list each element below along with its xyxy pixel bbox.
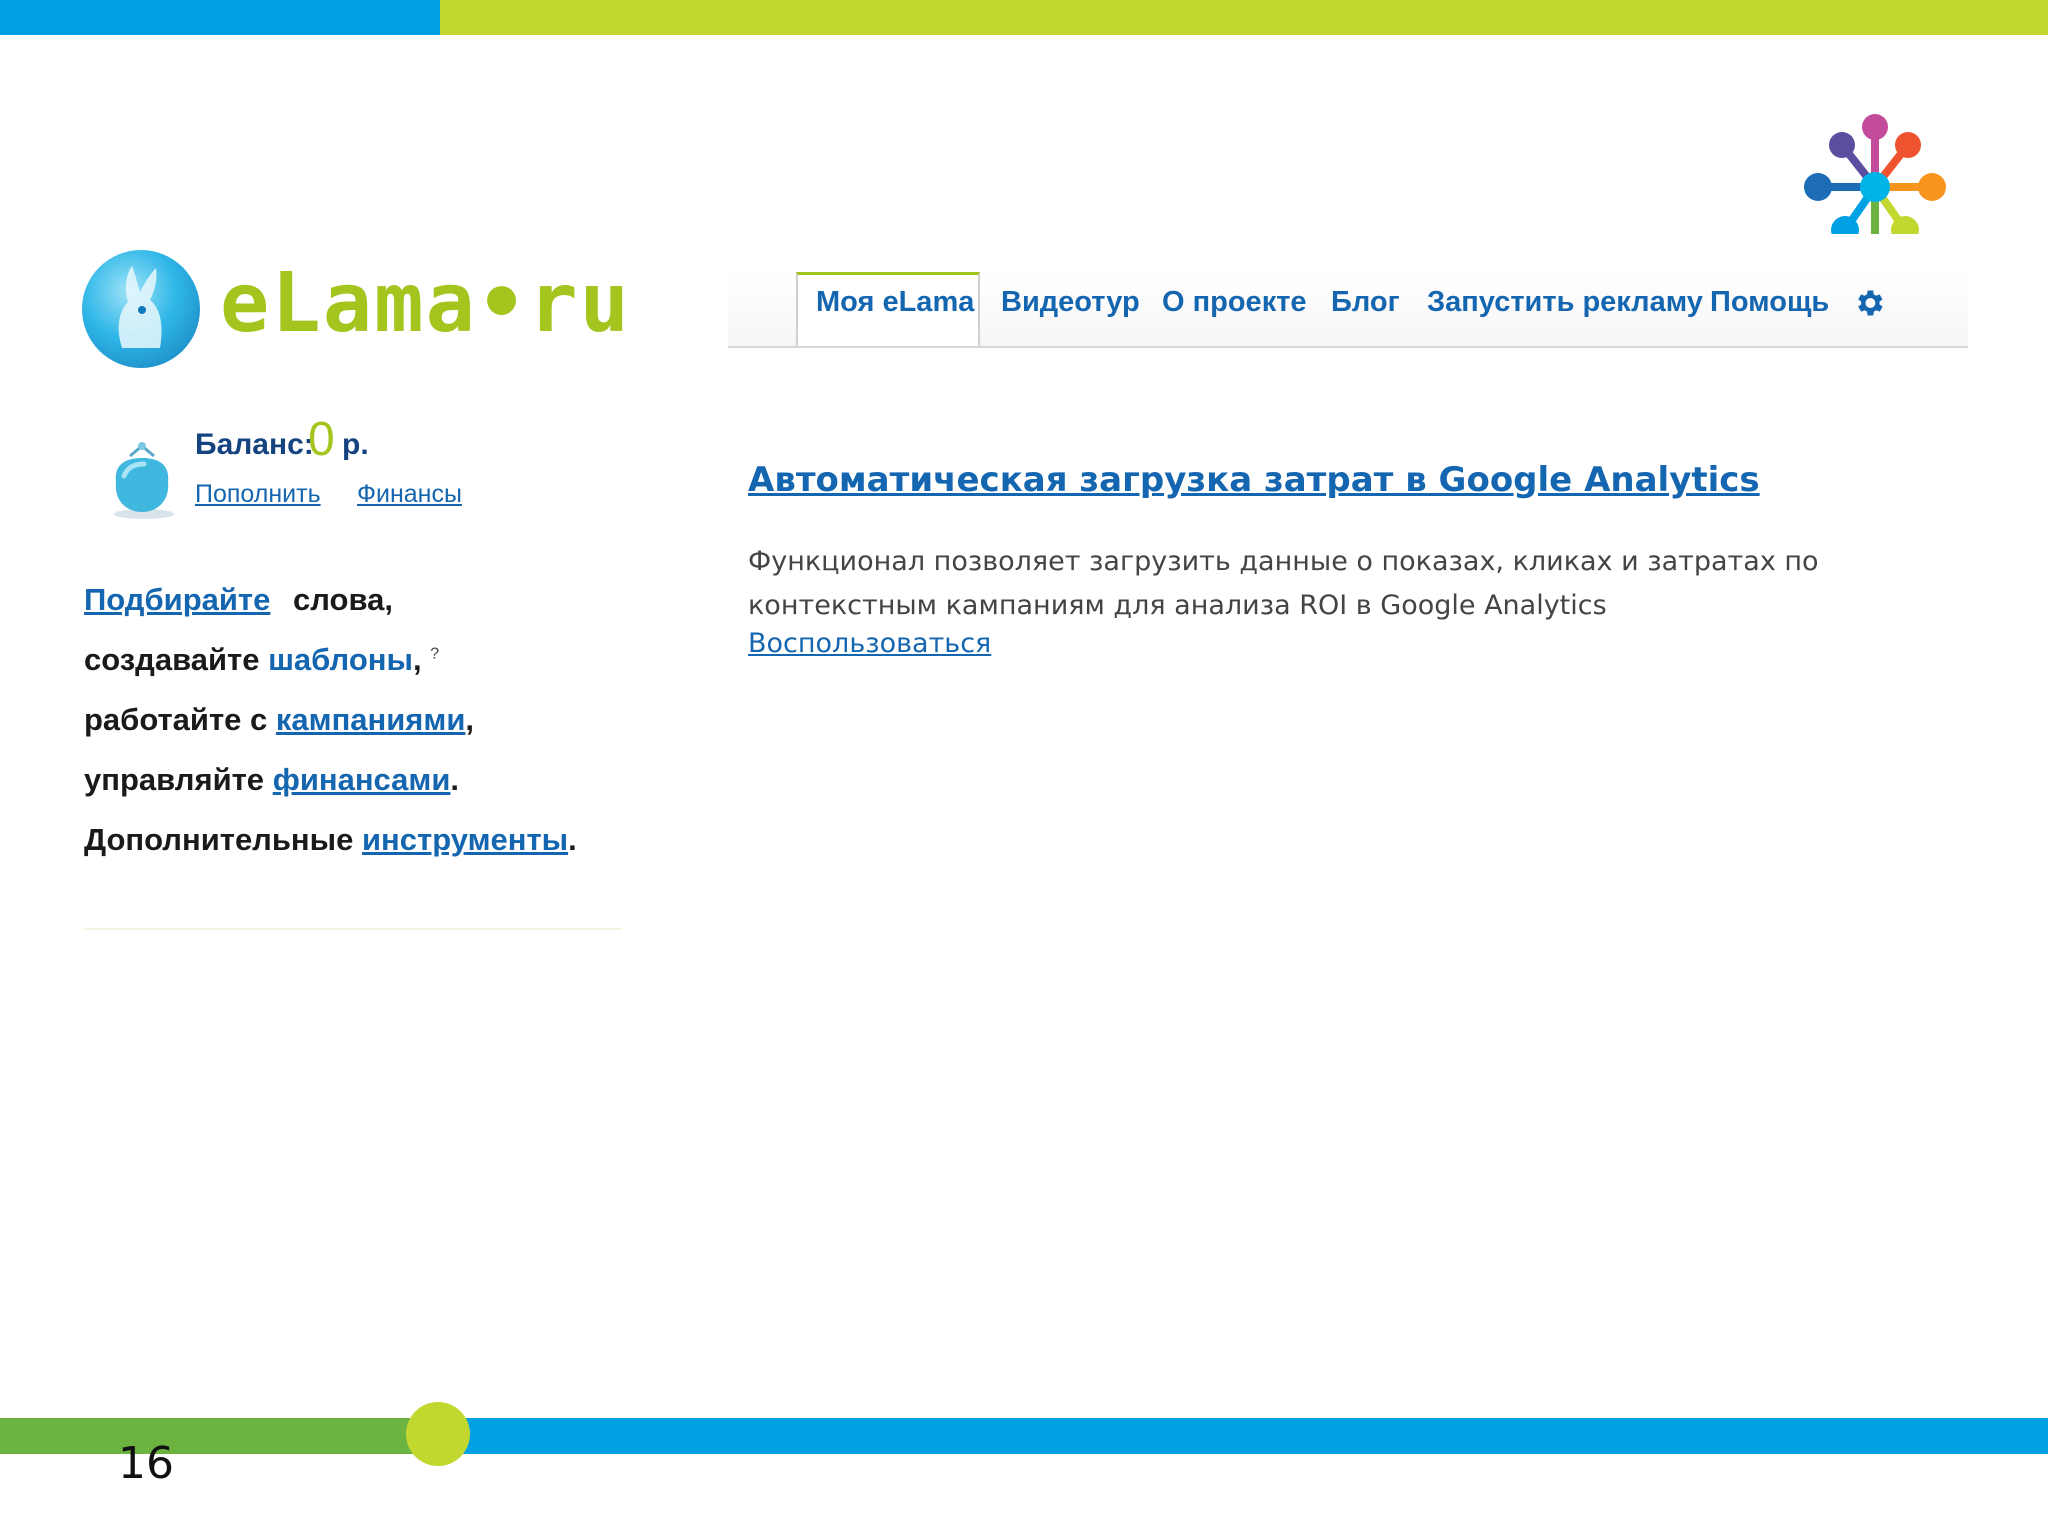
top-bar-blue bbox=[0, 0, 440, 35]
pick-keywords-link[interactable]: Подбирайте bbox=[84, 582, 270, 617]
article-title-link[interactable]: Автоматическая загрузка затрат в Google … bbox=[748, 460, 1760, 500]
bottom-bar-green bbox=[0, 1418, 440, 1454]
purse-icon bbox=[114, 442, 174, 519]
tab-help[interactable]: Помощь bbox=[1710, 286, 1829, 319]
balance-currency: р. bbox=[342, 428, 369, 461]
main-nav: Моя eLama Видеотур О проекте Блог Запуст… bbox=[728, 272, 1968, 348]
line-text: Дополнительные bbox=[84, 822, 354, 857]
use-feature-link[interactable]: Воспользоваться bbox=[748, 628, 991, 659]
line-punct: . bbox=[450, 762, 460, 797]
sidebar-line-tools: Дополнительные инструменты. bbox=[84, 822, 577, 858]
tab-video-tour[interactable]: Видеотур bbox=[1001, 286, 1140, 319]
finances-manage-link[interactable]: финансами bbox=[273, 762, 451, 797]
page-number: 16 bbox=[118, 1438, 174, 1489]
top-up-link[interactable]: Пополнить bbox=[195, 480, 321, 509]
top-bar-green bbox=[440, 0, 2048, 35]
bottom-bar-dot bbox=[406, 1402, 470, 1466]
balance-value: 0 bbox=[308, 413, 335, 466]
line-punct: , bbox=[412, 642, 422, 677]
elama-logo[interactable]: eLama•ru bbox=[82, 250, 629, 374]
line-text: слова, bbox=[292, 582, 393, 617]
brand-network-icon bbox=[1800, 114, 1950, 242]
tab-blog[interactable]: Блог bbox=[1331, 286, 1400, 319]
campaigns-link[interactable]: кампаниями bbox=[276, 702, 466, 737]
finances-link[interactable]: Финансы bbox=[357, 480, 462, 509]
templates-link[interactable]: шаблоны bbox=[268, 642, 413, 677]
balance-label: Баланс: bbox=[195, 428, 314, 461]
logo-text: eLama•ru bbox=[220, 256, 631, 351]
sidebar-line-keywords: Подбирайте слова, bbox=[84, 582, 393, 618]
gear-icon[interactable] bbox=[1852, 286, 1886, 320]
line-text: создавайте bbox=[84, 642, 260, 677]
line-punct: , bbox=[465, 702, 475, 737]
bottom-bar-blue bbox=[440, 1418, 2048, 1454]
sidebar-line-campaigns: работайте с кампаниями, bbox=[84, 702, 474, 738]
llama-logo-icon bbox=[82, 250, 200, 368]
sidebar-divider bbox=[84, 928, 622, 930]
line-text: работайте с bbox=[84, 702, 268, 737]
tab-my-elama[interactable]: Моя eLama bbox=[816, 286, 974, 319]
slide: eLama•ru Моя eLama Видеотур О проекте Бл… bbox=[0, 0, 2048, 1536]
tools-link[interactable]: инструменты bbox=[362, 822, 568, 857]
help-question-mark[interactable]: ? bbox=[430, 646, 439, 663]
sidebar-line-finances: управляйте финансами. bbox=[84, 762, 459, 798]
sidebar-line-templates: создавайте шаблоны, ? bbox=[84, 642, 439, 678]
tab-launch-ads[interactable]: Запустить рекламу bbox=[1427, 286, 1703, 319]
tab-about[interactable]: О проекте bbox=[1162, 286, 1307, 319]
line-punct: . bbox=[568, 822, 577, 857]
article-description: Функционал позволяет загрузить данные о … bbox=[748, 546, 1819, 621]
line-text: управляйте bbox=[84, 762, 265, 797]
